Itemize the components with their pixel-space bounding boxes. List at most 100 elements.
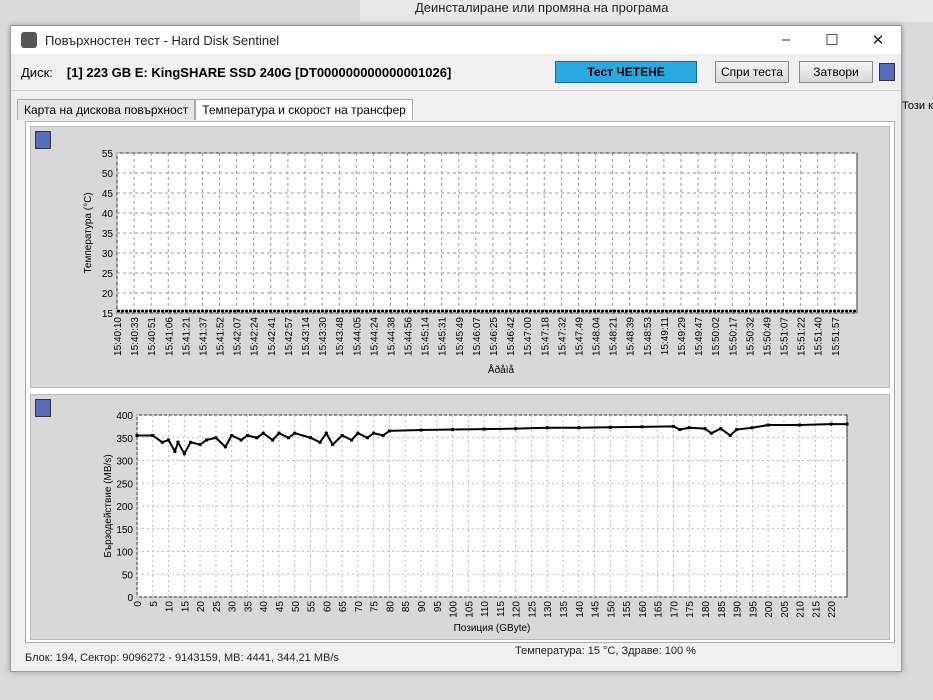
x-tick-label: 15:48:53 (643, 317, 654, 356)
speed-point (261, 431, 265, 435)
x-tick-label: 15:47:32 (557, 317, 568, 356)
x-tick-label: 110 (480, 601, 491, 617)
y-tick-label: 100 (116, 548, 133, 559)
x-tick-label: 200 (764, 601, 775, 618)
x-tick-label: 15:47:49 (574, 317, 585, 356)
x-tick-label: 75 (370, 601, 381, 613)
speed-point (309, 436, 313, 440)
speed-point (331, 443, 335, 447)
x-tick-label: 210 (796, 601, 807, 618)
title-bar: Повърхностен тест - Hard Disk Sentinel –… (11, 26, 901, 54)
taskbar-item[interactable]: Деинсталиране или промяна на програма (415, 0, 668, 15)
minimize-button[interactable]: – (763, 31, 809, 49)
x-tick-label: 15:51:07 (780, 317, 791, 356)
x-tick-label: 15:48:21 (609, 317, 620, 356)
y-tick-label: 400 (116, 411, 133, 422)
x-tick-label: 15:45:14 (421, 317, 432, 356)
x-tick-label: 30 (228, 601, 239, 613)
x-tick-label: 15:42:41 (267, 317, 278, 356)
x-tick-label: 140 (575, 601, 586, 618)
speed-point (514, 427, 518, 431)
x-tick-label: 15:44:56 (404, 317, 415, 356)
tab-surface-map[interactable]: Карта на дисковa повърхност (17, 99, 196, 120)
x-tick-label: 15:40:10 (113, 317, 124, 356)
x-tick-label: 60 (322, 601, 333, 613)
speed-point (640, 425, 644, 429)
speed-point (845, 422, 849, 426)
y-axis-label: Бързодействие (MB/s) (103, 454, 114, 557)
speed-point (182, 452, 186, 456)
x-tick-label: 205 (780, 601, 791, 618)
speed-point (214, 436, 218, 440)
x-tick-label: 175 (685, 601, 696, 618)
x-tick-label: 15:42:07 (233, 317, 244, 356)
save-icon[interactable] (879, 63, 895, 81)
x-tick-label: 15:51:40 (814, 317, 825, 356)
y-tick-label: 300 (116, 457, 133, 468)
tab-temperature-speed[interactable]: Температура и скорост на трансфер (195, 99, 413, 120)
save-chart-icon[interactable] (35, 399, 51, 417)
maximize-button[interactable]: ☐ (809, 31, 855, 49)
x-tick-label: 15:51:22 (797, 317, 808, 356)
x-tick-label: 15:50:32 (745, 317, 756, 356)
disk-label: Диск: (21, 64, 53, 80)
x-tick-label: 35 (243, 601, 254, 613)
tab-content: 15 20 25 30 35 40 45 50 55 15:40:10 15:40:33 15:40:… (25, 121, 895, 643)
x-tick-label: 15:49:11 (660, 317, 671, 356)
x-tick-label: 15:47:00 (523, 317, 534, 356)
speed-chart-panel: 0 50 100 150 200 250 300 350 400 0 5 10 15 20 25 30 35 40… (30, 394, 890, 640)
speed-point (160, 440, 164, 444)
speed-point (189, 440, 193, 444)
y-tick-label: 150 (116, 525, 133, 536)
speed-point (798, 423, 802, 427)
stop-test-button[interactable]: Спри теста (715, 61, 789, 83)
x-tick-label: 80 (385, 601, 396, 613)
x-tick-label: 15:46:42 (506, 317, 517, 356)
x-tick-label: 15:41:52 (216, 317, 227, 356)
y-tick-label: 35 (102, 229, 114, 240)
x-tick-label: 15:41:37 (198, 317, 209, 356)
x-tick-label: 90 (417, 601, 428, 613)
speed-point (545, 426, 549, 430)
speed-point (356, 431, 360, 435)
x-tick-label: 195 (748, 601, 759, 618)
speed-point (678, 428, 682, 432)
y-tick-label: 15 (102, 309, 114, 320)
y-tick-label: 40 (102, 209, 114, 220)
speed-point (135, 433, 139, 437)
x-tick-label: 15:50:17 (728, 317, 739, 356)
status-block-info: Блок: 194, Сектор: 9096272 - 9143159, MB… (25, 652, 339, 664)
close-window-button[interactable]: ✕ (855, 31, 901, 49)
x-tick-label: 15:46:07 (472, 317, 483, 356)
speed-point (735, 428, 739, 432)
x-tick-label: 50 (291, 601, 302, 613)
x-tick-label: 15:48:39 (626, 317, 637, 356)
y-tick-label: 20 (102, 289, 114, 300)
x-tick-label: 10 (165, 601, 176, 613)
disk-row: Диск: [1] 223 GB E: KingSHARE SSD 240G [… (11, 54, 901, 91)
x-tick-label: 25 (212, 601, 223, 613)
close-button[interactable]: Затвори (799, 61, 873, 83)
y-tick-label: 200 (116, 502, 133, 513)
y-tick-label: 45 (102, 189, 114, 200)
test-read-button[interactable]: Тест ЧЕТЕНЕ (555, 61, 697, 83)
speed-point (372, 431, 376, 435)
x-tick-label: 15:41:06 (164, 317, 175, 356)
x-tick-label: 220 (827, 601, 838, 618)
desktop-taskbar: Деинсталиране или промяна на програма (360, 0, 933, 22)
speed-chart: 0501001502002503003504000 5 10 15 20 25 30 35 40… (103, 411, 849, 634)
tab-bar: Карта на дисковa повърхност Температура … (11, 91, 901, 120)
speed-point (318, 440, 322, 444)
speed-point (419, 428, 423, 432)
x-tick-label: 15:46:25 (489, 317, 500, 356)
speed-point (324, 431, 328, 435)
x-axis-label: Позиция (GByte) (454, 623, 531, 634)
save-chart-icon[interactable] (35, 131, 51, 149)
speed-point (350, 438, 354, 442)
x-tick-label: 70 (354, 601, 365, 613)
speed-point (728, 433, 732, 437)
x-tick-label: 20 (196, 601, 207, 613)
x-tick-label: 15:40:33 (130, 317, 141, 356)
speed-point (245, 433, 249, 437)
x-tick-label: 15:43:14 (301, 317, 312, 356)
